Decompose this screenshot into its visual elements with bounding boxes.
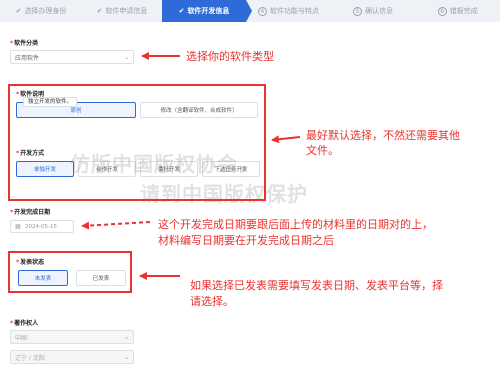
step-number: 5: [353, 6, 362, 16]
check-icon: ✔: [178, 7, 185, 15]
note-description-line2: 文件。: [306, 144, 339, 157]
step-confirm[interactable]: 5 确认信息: [331, 0, 416, 22]
chevron-down-icon: ⌄: [123, 54, 129, 61]
country-value: 中国: [15, 334, 28, 342]
note-category: 选择你的软件类型: [186, 50, 274, 63]
chevron-down-icon: ⌄: [123, 334, 129, 341]
region-value: 辽宁 / 沈阳: [15, 354, 45, 362]
step-number: 6: [437, 6, 447, 16]
tooltip: 独立开发的软件。: [23, 97, 78, 107]
note-publish-line1: 如果选择已发表需要填写发表日期、发表平台等，择: [190, 279, 443, 292]
finish-date-value: 2024-05-15: [25, 223, 57, 230]
arrow-description: [271, 135, 301, 144]
rights-holder-label: *著作权人: [10, 320, 39, 327]
country-select[interactable]: 中国 ⌄: [10, 330, 134, 344]
check-icon: ✔: [96, 7, 103, 15]
step-development-info[interactable]: ✔ 软件开发信息: [162, 0, 252, 22]
step-features[interactable]: 4 软件功能与特点: [246, 0, 331, 22]
note-publish-line2: 请选择。: [190, 295, 234, 308]
step-label: 软件开发信息: [187, 7, 230, 15]
note-description-line1: 最好默认选择，不然还需要其他: [306, 129, 460, 142]
finish-date-label: *开发完成日期: [10, 209, 51, 216]
step-label: 确认信息: [365, 7, 393, 15]
chevron-down-icon: ⌄: [123, 354, 129, 361]
step-number: 4: [257, 6, 267, 16]
category-label: *软件分类: [10, 40, 39, 47]
note-date-line2: 材料编写日期要在开发完成日期之后: [158, 234, 334, 247]
finish-date-input[interactable]: ▦ 2024-05-15: [10, 220, 74, 233]
category-select[interactable]: 应用软件 ⌄: [10, 50, 134, 64]
step-label: 软件申请信息: [105, 7, 148, 15]
arrow-date: [81, 221, 151, 230]
step-label: 错报完成: [449, 7, 478, 15]
progress-stepper: ✔ 选择办理身份 ✔ 软件申请信息 ✔ 软件开发信息 4 软件功能与特点 5 确…: [0, 0, 500, 22]
region-select[interactable]: 辽宁 / 沈阳 ⌄: [10, 350, 134, 364]
note-date-line1: 这个开发完成日期要跟后面上传的材料里的日期对的上，: [158, 218, 433, 231]
step-label: 选择办理身份: [24, 7, 67, 15]
check-icon: ✔: [15, 7, 22, 15]
step-label: 软件功能与特点: [269, 7, 319, 15]
step-select-identity[interactable]: ✔ 选择办理身份: [0, 0, 82, 22]
annotation-box-publish: [8, 251, 132, 293]
calendar-icon: ▦: [15, 223, 21, 230]
step-application-info[interactable]: ✔ 软件申请信息: [82, 0, 162, 22]
step-complete[interactable]: 6 错报完成: [415, 0, 500, 22]
category-value: 应用软件: [15, 54, 40, 62]
